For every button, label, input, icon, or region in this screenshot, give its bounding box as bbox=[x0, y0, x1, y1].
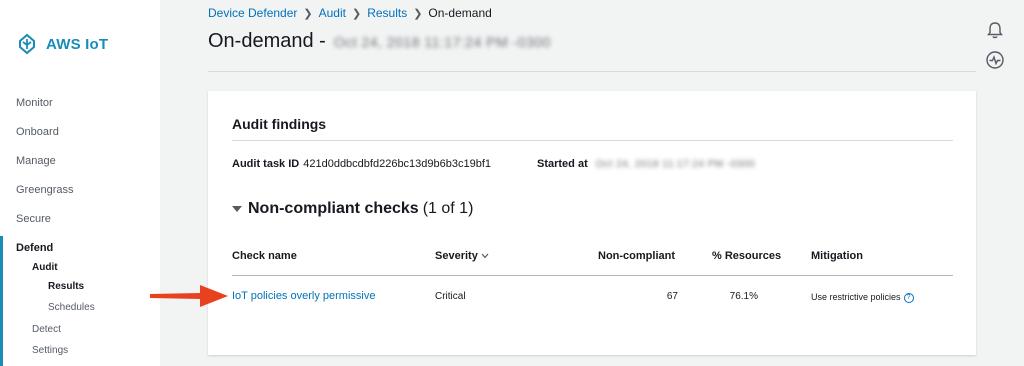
card-divider bbox=[232, 140, 953, 141]
sidebar-item-manage[interactable]: Manage bbox=[16, 155, 56, 167]
sidebar-item-settings[interactable]: Settings bbox=[32, 345, 68, 356]
sidebar-item-defend[interactable]: Defend bbox=[16, 242, 53, 254]
non-compliant-section-toggle[interactable]: Non-compliant checks (1 of 1) bbox=[232, 200, 473, 218]
col-header-severity-label: Severity bbox=[435, 250, 478, 262]
chevron-right-icon: ❯ bbox=[351, 7, 362, 20]
col-header-non-compliant: Non-compliant bbox=[598, 250, 675, 262]
annotation-arrow-icon bbox=[150, 285, 228, 307]
right-toolbar bbox=[985, 20, 1005, 70]
audit-findings-card: Audit findings Audit task ID 421d0ddbcdb… bbox=[208, 91, 976, 355]
col-header-check-name: Check name bbox=[232, 250, 297, 262]
mitigation-cell: Use restrictive policies? bbox=[811, 292, 914, 303]
sidebar-item-schedules[interactable]: Schedules bbox=[48, 302, 95, 313]
header-divider bbox=[208, 71, 976, 72]
card-title: Audit findings bbox=[232, 116, 327, 132]
help-icon[interactable]: ? bbox=[903, 292, 914, 303]
bell-icon[interactable] bbox=[985, 20, 1005, 40]
breadcrumb-current: On-demand bbox=[428, 6, 492, 20]
col-header-resources: % Resources bbox=[712, 250, 782, 262]
resources-cell: 76.1% bbox=[729, 291, 758, 302]
sidebar-item-results[interactable]: Results bbox=[48, 281, 84, 292]
page-title-date: Oct 24, 2018 11:17:24 PM -0300 bbox=[333, 33, 551, 50]
mitigation-text[interactable]: Use restrictive policies bbox=[811, 292, 901, 302]
col-header-mitigation: Mitigation bbox=[811, 250, 863, 262]
active-indicator bbox=[0, 236, 3, 366]
table-header-divider bbox=[232, 275, 953, 276]
section-title: Non-compliant checks bbox=[248, 200, 419, 217]
audit-task-id: Audit task ID 421d0ddbcdbfd226bc13d9b6b3… bbox=[232, 158, 491, 170]
sidebar-item-audit[interactable]: Audit bbox=[32, 262, 58, 273]
breadcrumb-audit[interactable]: Audit bbox=[319, 6, 346, 20]
section-count: (1 of 1) bbox=[422, 200, 474, 217]
col-header-severity[interactable]: Severity bbox=[435, 250, 489, 262]
breadcrumb-results[interactable]: Results bbox=[367, 6, 407, 20]
aws-iot-logo-icon bbox=[19, 33, 35, 55]
chevron-down-icon bbox=[481, 253, 489, 259]
audit-task-id-value: 421d0ddbcdbfd226bc13d9b6b3c19bf1 bbox=[303, 158, 492, 170]
caret-down-icon bbox=[232, 206, 242, 212]
non-compliant-cell: 67 bbox=[666, 291, 678, 302]
sidebar-item-greengrass[interactable]: Greengrass bbox=[16, 184, 73, 196]
page-title-text: On-demand - bbox=[208, 30, 326, 52]
severity-cell: Critical bbox=[435, 291, 466, 302]
audit-task-id-label: Audit task ID bbox=[232, 158, 300, 170]
started-at-value: Oct 24, 2018 11:17:24 PM -0300 bbox=[595, 158, 756, 170]
sidebar: AWS IoT Monitor Onboard Manage Greengras… bbox=[0, 0, 160, 366]
breadcrumb-device-defender[interactable]: Device Defender bbox=[208, 6, 297, 20]
chevron-right-icon: ❯ bbox=[303, 7, 313, 20]
sidebar-item-detect[interactable]: Detect bbox=[32, 324, 61, 335]
check-name-link[interactable]: IoT policies overly permissive bbox=[232, 290, 375, 302]
logo-text: AWS IoT bbox=[46, 35, 109, 53]
page-title: On-demand - Oct 24, 2018 11:17:24 PM -03… bbox=[208, 30, 551, 53]
sidebar-item-monitor[interactable]: Monitor bbox=[16, 97, 53, 109]
breadcrumb: Device Defender ❯ Audit ❯ Results ❯ On-d… bbox=[208, 6, 492, 20]
started-at: Started at Oct 24, 2018 11:17:24 PM -030… bbox=[537, 158, 755, 170]
aws-iot-logo[interactable]: AWS IoT bbox=[16, 33, 108, 55]
activity-icon[interactable] bbox=[985, 50, 1005, 70]
sidebar-item-onboard[interactable]: Onboard bbox=[16, 126, 59, 138]
sidebar-item-secure[interactable]: Secure bbox=[16, 213, 51, 225]
chevron-right-icon: ❯ bbox=[413, 7, 423, 20]
started-at-label: Started at bbox=[537, 158, 588, 170]
